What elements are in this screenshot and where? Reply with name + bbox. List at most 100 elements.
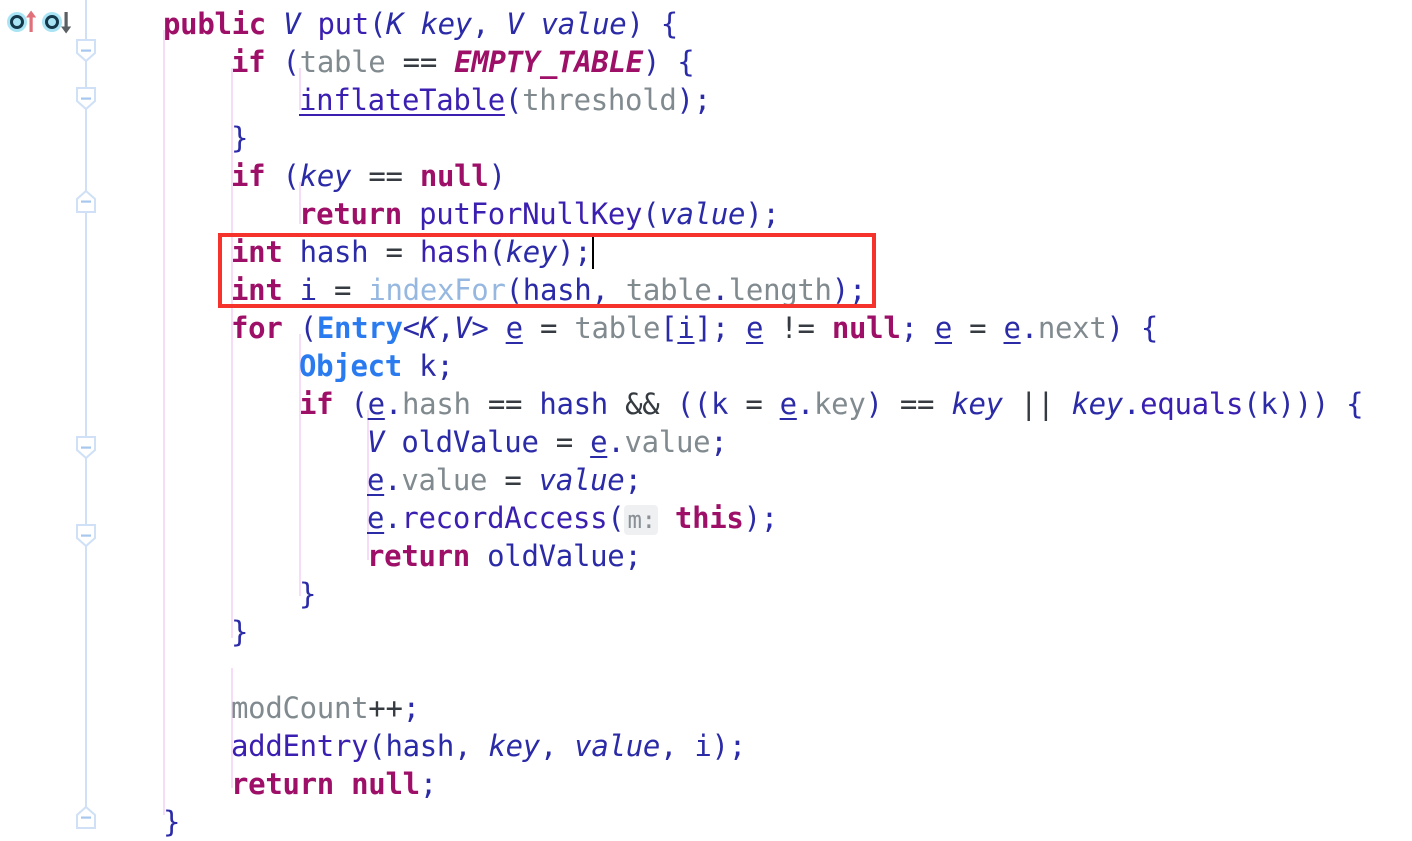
code-token: e bbox=[1003, 311, 1021, 345]
code-line[interactable]: int hash = hash(key); bbox=[231, 233, 592, 271]
code-token: ( bbox=[368, 7, 387, 41]
code-token: table bbox=[299, 45, 386, 79]
code-token: ; bbox=[574, 235, 592, 269]
code-token: = bbox=[385, 235, 403, 269]
code-token: recordAccess bbox=[401, 501, 608, 535]
code-line[interactable]: if (table == EMPTY_TABLE) { bbox=[231, 43, 695, 81]
code-line[interactable]: if (key == null) bbox=[231, 157, 506, 195]
code-line[interactable]: } bbox=[231, 613, 248, 651]
code-line[interactable]: inflateTable(threshold); bbox=[299, 81, 711, 119]
code-token: m: bbox=[624, 505, 658, 535]
code-token: } bbox=[231, 121, 249, 155]
code-token: ) bbox=[1106, 311, 1124, 345]
code-token: e bbox=[505, 311, 523, 345]
code-line[interactable]: if (e.hash == hash && ((k = e.key) == ke… bbox=[299, 385, 1364, 423]
code-token: ) bbox=[745, 197, 763, 231]
code-token: V bbox=[454, 311, 472, 345]
code-token: if bbox=[231, 159, 266, 193]
code-line[interactable]: return oldValue; bbox=[367, 537, 642, 575]
code-token: key bbox=[1071, 387, 1123, 421]
code-editor[interactable]: public V put(K key, V value) {if (table … bbox=[0, 0, 1412, 839]
code-token: next bbox=[1037, 311, 1107, 345]
code-token: V bbox=[506, 7, 524, 41]
code-token: ( bbox=[1243, 387, 1261, 421]
code-token: ; bbox=[711, 311, 747, 345]
code-token: ) bbox=[865, 387, 883, 421]
code-token: ( bbox=[350, 387, 368, 421]
code-token: table bbox=[625, 273, 712, 307]
code-token: ) bbox=[831, 273, 849, 307]
code-token: value bbox=[624, 425, 711, 459]
code-token: oldValue bbox=[487, 539, 625, 573]
code-line[interactable]: } bbox=[299, 575, 316, 613]
code-token: hash bbox=[522, 273, 592, 307]
code-line[interactable]: public V put(K key, V value) { bbox=[163, 5, 678, 43]
code-token: ) bbox=[626, 7, 644, 41]
indent-guide bbox=[163, 30, 165, 815]
code-line[interactable]: } bbox=[163, 803, 180, 841]
code-token: value bbox=[574, 729, 661, 763]
code-token: i bbox=[677, 311, 695, 345]
code-token: , bbox=[539, 729, 575, 763]
code-token: key bbox=[420, 7, 472, 41]
code-token: ] bbox=[694, 311, 712, 345]
code-line[interactable]: e.value = value; bbox=[367, 461, 642, 499]
code-token: e bbox=[779, 387, 797, 421]
code-token: ) bbox=[676, 83, 694, 117]
code-line[interactable]: return putForNullKey(value); bbox=[299, 195, 780, 233]
code-content[interactable]: public V put(K key, V value) {if (table … bbox=[0, 0, 1412, 839]
code-line[interactable]: return null; bbox=[231, 765, 437, 803]
code-token: length bbox=[728, 273, 832, 307]
code-line[interactable]: int i = indexFor(hash, table.length); bbox=[231, 271, 866, 309]
code-token: k bbox=[710, 387, 729, 421]
code-line[interactable]: modCount++; bbox=[231, 689, 420, 727]
code-token: i bbox=[299, 273, 317, 307]
code-line[interactable]: for (Entry<K,V> e = table[i]; e != null;… bbox=[231, 309, 1158, 347]
code-token: key bbox=[505, 235, 558, 269]
code-token: e bbox=[590, 425, 608, 459]
code-token: null bbox=[419, 159, 489, 193]
code-token: ; bbox=[760, 501, 778, 535]
code-token: hash bbox=[419, 235, 489, 269]
code-line[interactable]: e.recordAccess(m: this); bbox=[367, 499, 778, 537]
code-token: e bbox=[367, 463, 385, 497]
code-token: hash bbox=[402, 387, 471, 421]
code-token: threshold bbox=[522, 83, 677, 117]
code-line[interactable]: Object k; bbox=[299, 347, 454, 385]
code-token: hash bbox=[385, 729, 455, 763]
code-token: ) bbox=[743, 501, 761, 535]
code-token: Entry bbox=[316, 311, 403, 345]
code-token: || bbox=[1019, 387, 1055, 421]
code-token: V bbox=[283, 7, 301, 41]
code-token: return bbox=[367, 539, 470, 573]
code-token: ; bbox=[848, 273, 867, 307]
code-line[interactable]: V oldValue = e.value; bbox=[367, 423, 728, 461]
code-line[interactable]: } bbox=[231, 119, 248, 157]
code-token: value bbox=[659, 197, 746, 231]
code-line[interactable]: addEntry(hash, key, value, i); bbox=[231, 727, 746, 765]
code-token: putForNullKey bbox=[419, 197, 643, 231]
code-token: indexFor bbox=[368, 273, 506, 307]
code-token: value bbox=[540, 7, 627, 41]
code-token: public bbox=[163, 7, 266, 41]
code-token: . bbox=[1020, 311, 1038, 345]
code-token: this bbox=[674, 501, 744, 535]
